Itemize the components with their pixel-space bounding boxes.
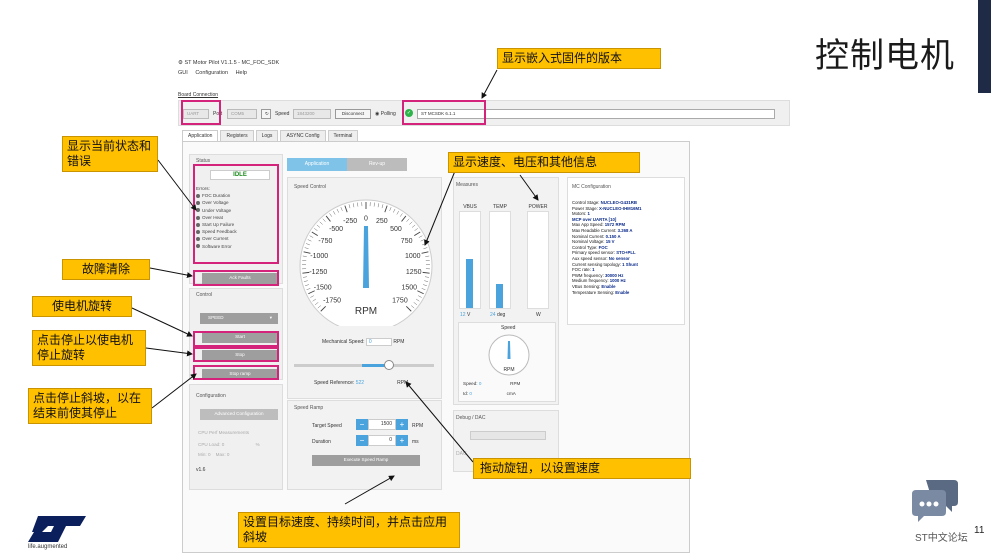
callout-measures: 显示速度、电压和其他信息 <box>448 152 640 173</box>
chat-icon <box>912 480 958 522</box>
footer-brand: ST中文论坛 <box>915 533 968 544</box>
callout-ramp: 设置目标速度、持续时间，并点击应用斜坡 <box>238 512 460 548</box>
callout-knob: 拖动旋钮，以设置速度 <box>473 458 691 479</box>
st-logo-icon <box>28 516 86 542</box>
callout-firmware: 显示嵌入式固件的版本 <box>497 48 661 69</box>
callout-fault: 故障清除 <box>62 259 150 280</box>
callout-stop-ramp: 点击停止斜坡，以在结束前使其停止 <box>28 388 152 424</box>
tagline: life.augmented <box>28 544 68 550</box>
callout-status: 显示当前状态和错误 <box>62 136 158 172</box>
callout-start: 使电机旋转 <box>32 296 132 317</box>
page-number: 11 <box>974 525 985 536</box>
callout-stop: 点击停止以使电机停止旋转 <box>32 330 146 366</box>
